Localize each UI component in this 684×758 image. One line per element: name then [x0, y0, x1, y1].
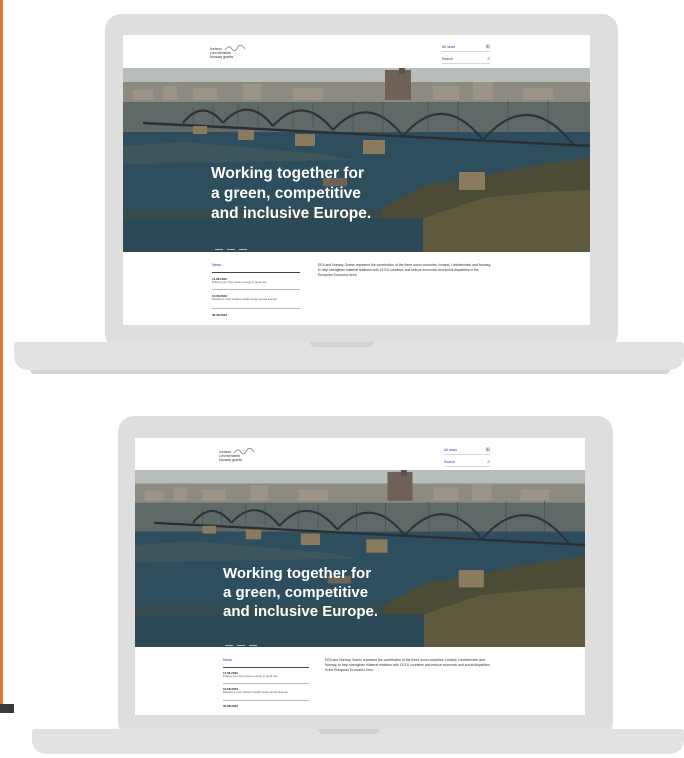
carousel-dot[interactable] [225, 645, 233, 646]
laptop-mockup-bottom: Iceland Liechtenstein Norway grants All … [0, 0, 684, 758]
search-icon: ⌕ [487, 459, 490, 465]
news-headline: Putting your city's green energy to good… [223, 674, 278, 678]
news-item[interactable]: 10.08.2023 Rebuild a more resilient heal… [223, 687, 288, 694]
hero-title: Working together for a green, competitiv… [223, 564, 378, 621]
all-news-button[interactable]: All news ⊞ [444, 447, 490, 455]
grid-icon: ⊞ [485, 447, 490, 453]
news-date: 09.08.2023 [223, 704, 239, 708]
logo-mark-icon [233, 448, 255, 454]
news-item[interactable]: 11.08.2023 Putting your city's green ene… [223, 671, 278, 678]
news-divider [223, 683, 309, 684]
search-button[interactable]: Search ⌕ [444, 459, 490, 467]
site-logo[interactable]: Iceland Liechtenstein Norway grants [219, 448, 255, 462]
news-divider [223, 667, 309, 668]
intro-text: EEA and Norway Grants represent the cont… [325, 658, 490, 673]
news-item[interactable]: 09.08.2023 [223, 704, 238, 708]
news-heading[interactable]: News [223, 658, 232, 662]
site-header: Iceland Liechtenstein Norway grants All … [135, 438, 585, 470]
hero-title-line1: Working together for [223, 565, 372, 582]
hero-title-line3: and inclusive Europe. [223, 603, 379, 620]
carousel-dot[interactable] [249, 645, 257, 646]
all-news-label: All news [444, 448, 458, 452]
hero-title-line2: a green, competitive [223, 584, 369, 601]
content-section: News 11.08.2023 Putting your city's gree… [135, 647, 585, 715]
news-divider [223, 700, 309, 701]
search-label: Search [444, 460, 456, 464]
news-headline: Rebuild a more resilient health sector a… [223, 690, 288, 694]
laptop-screen: Iceland Liechtenstein Norway grants All … [135, 438, 585, 715]
carousel-dot[interactable] [237, 645, 245, 646]
laptop-notch [318, 729, 380, 734]
carousel-indicators[interactable] [225, 633, 261, 647]
logo-text-line3: Norway grants [219, 458, 243, 462]
hero-banner: Working together for a green, competitiv… [135, 470, 585, 647]
